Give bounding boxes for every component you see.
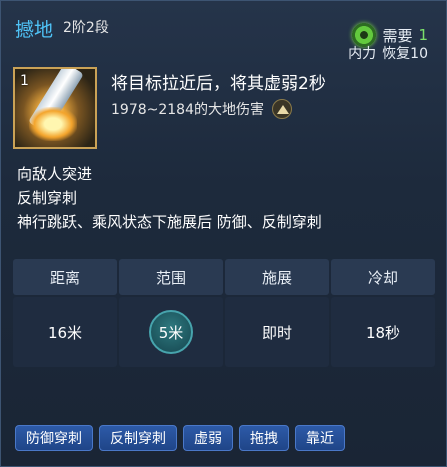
- tag-drag[interactable]: 拖拽: [239, 425, 289, 451]
- stat-value-cast: 即时: [225, 297, 329, 367]
- stat-header-range: 距离: [13, 259, 117, 295]
- skill-icon[interactable]: 1: [13, 67, 97, 149]
- stat-header-cast: 施展: [225, 259, 329, 295]
- tag-weaken[interactable]: 虚弱: [183, 425, 233, 451]
- skill-tooltip: 撼地 2阶2段 需要 1 内力 恢复10 1 将目标拉近后，将其虚弱2秒 197…: [0, 0, 447, 467]
- stat-header-area: 范围: [119, 259, 223, 295]
- tag-approach[interactable]: 靠近: [295, 425, 345, 451]
- stat-value-range: 16米: [13, 297, 117, 367]
- requirement-value: 1: [418, 26, 428, 44]
- mana-value: 恢复10: [382, 46, 428, 62]
- earth-element-icon: [272, 99, 292, 119]
- skill-icon-number: 1: [20, 73, 29, 89]
- description-line: 反制穿刺: [17, 189, 78, 207]
- mana-row: 内力 恢复10: [348, 43, 428, 63]
- damage-row: 1978~2184的大地伤害: [111, 99, 292, 119]
- glow-graphic: [29, 107, 77, 141]
- tag-counter-pierce[interactable]: 反制穿刺: [99, 425, 177, 451]
- stat-value-area: 5米: [149, 310, 193, 354]
- stat-header-cooldown: 冷却: [331, 259, 435, 295]
- skill-name: 撼地: [15, 19, 54, 41]
- tag-defense-pierce[interactable]: 防御穿刺: [15, 425, 93, 451]
- damage-text: 1978~2184的大地伤害: [111, 102, 264, 118]
- mana-label: 内力: [348, 46, 377, 62]
- stats-grid: 距离 范围 施展 冷却 16米 5米 即时 18秒: [13, 259, 435, 367]
- description-line: 神行跳跃、乘风状态下施展后 防御、反制穿刺: [17, 213, 322, 231]
- stat-value-cooldown: 18秒: [331, 297, 435, 367]
- stat-value-area-cell: 5米: [119, 297, 223, 367]
- tag-list: 防御穿刺 反制穿刺 虚弱 拖拽 靠近: [15, 425, 345, 451]
- skill-rank: 2阶2段: [63, 20, 109, 36]
- main-description: 将目标拉近后，将其虚弱2秒: [111, 74, 326, 94]
- description-line: 向敌人突进: [17, 165, 93, 183]
